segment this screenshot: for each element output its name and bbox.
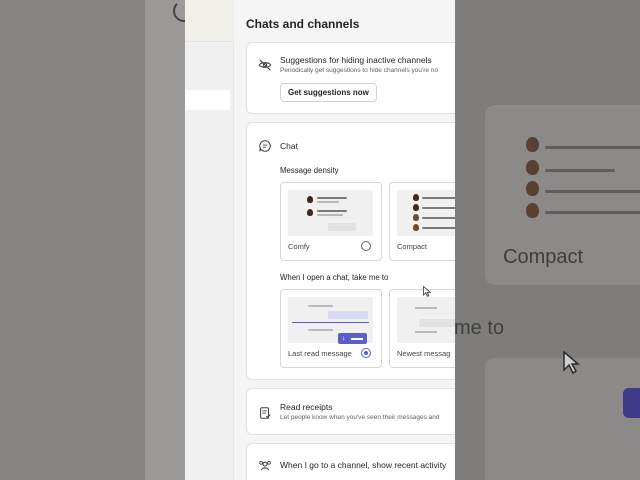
settings-search-input[interactable]: [185, 90, 230, 110]
background-cursor-icon: [562, 350, 581, 381]
last-read-preview: ↓: [288, 297, 373, 344]
channel-activity-title: When I go to a channel, show recent acti…: [280, 460, 447, 470]
preview-line: [317, 197, 347, 199]
comfy-preview: [288, 190, 373, 236]
avatar-icon: [307, 196, 313, 203]
avatar-icon: [413, 214, 419, 221]
eye-off-icon: [258, 58, 272, 72]
open-chat-label: When I open a chat, take me to: [280, 273, 389, 282]
preview-bubble: [328, 223, 356, 231]
preview-line: [415, 331, 437, 333]
background-compact-label: Compact: [503, 246, 584, 268]
newest-preview: [397, 297, 455, 343]
preview-bubble: [419, 319, 455, 327]
message-density-label: Message density: [280, 166, 339, 175]
jump-to-new-pill: ↓: [338, 333, 367, 344]
read-receipts-card: Read receipts Let people know when you'v…: [246, 388, 455, 435]
density-option-compact[interactable]: Compact: [389, 182, 455, 261]
chat-settings-card: Chat Message density Comfy Compact When …: [246, 122, 455, 380]
preview-line: [317, 201, 339, 203]
last-read-divider: [292, 322, 369, 323]
background-left-strip: [0, 0, 145, 480]
settings-content: Chats and channels Suggestions for hidin…: [234, 0, 455, 480]
settings-nav-column: [185, 42, 234, 480]
background-line: [545, 190, 640, 193]
background-me-to-label: me to: [454, 317, 505, 339]
background-line: [545, 146, 640, 149]
read-receipts-description: Let people know when you've seen their m…: [280, 414, 440, 421]
preview-line: [317, 210, 347, 212]
settings-panel: Chats and channels Suggestions for hidin…: [185, 0, 455, 480]
page-title: Chats and channels: [246, 17, 360, 31]
preview-line: [308, 329, 333, 331]
preview-bubble: [328, 311, 368, 319]
chat-bubble-icon: [258, 139, 272, 153]
preview-line: [422, 227, 455, 229]
compact-label: Compact: [397, 242, 428, 251]
avatar-icon: [307, 209, 313, 216]
newest-label: Newest messag: [397, 349, 451, 358]
avatar-icon: [413, 224, 419, 231]
preview-line: [415, 307, 437, 309]
preview-line: [422, 197, 455, 199]
background-line: [545, 211, 640, 214]
chat-section-title: Chat: [280, 141, 298, 151]
avatar-icon: [413, 194, 419, 201]
read-receipt-icon: [258, 406, 272, 420]
open-option-newest[interactable]: Newest messag: [389, 289, 455, 368]
background-left-panel: [145, 0, 190, 480]
background-avatar-icon: [526, 181, 539, 196]
preview-line: [317, 214, 343, 216]
open-option-last-read[interactable]: ↓ Last read message: [280, 289, 382, 368]
last-read-radio[interactable]: [361, 348, 371, 358]
background-new-message-pill: [623, 388, 640, 418]
preview-line: [308, 305, 333, 307]
channel-activity-icon: [258, 458, 272, 472]
density-option-comfy[interactable]: Comfy: [280, 182, 382, 261]
suggestions-card: Suggestions for hiding inactive channels…: [246, 42, 455, 114]
suggestions-title: Suggestions for hiding inactive channels: [280, 55, 432, 65]
comfy-radio[interactable]: [361, 241, 371, 251]
read-receipts-title: Read receipts: [280, 402, 333, 412]
mouse-cursor-icon: [423, 285, 432, 300]
channel-activity-card: When I go to a channel, show recent acti…: [246, 443, 455, 480]
compact-preview: [397, 190, 455, 236]
suggestions-description: Periodically get suggestions to hide cha…: [280, 67, 439, 74]
background-avatar-icon: [526, 203, 539, 218]
preview-line: [422, 217, 455, 219]
get-suggestions-button[interactable]: Get suggestions now: [280, 83, 377, 102]
preview-line: [422, 207, 455, 209]
background-line: [545, 169, 615, 172]
last-read-label: Last read message: [288, 349, 352, 358]
background-avatar-icon: [526, 160, 539, 175]
avatar-icon: [413, 204, 419, 211]
comfy-label: Comfy: [288, 242, 310, 251]
background-avatar-icon: [526, 137, 539, 152]
